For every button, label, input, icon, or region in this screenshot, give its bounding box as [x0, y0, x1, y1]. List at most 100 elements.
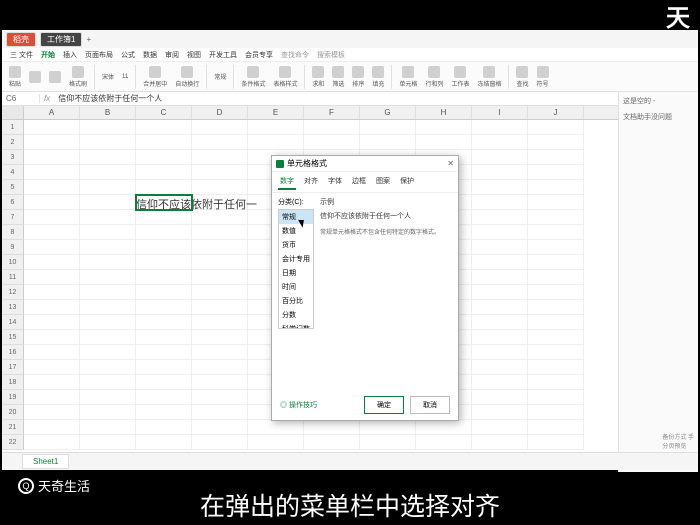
filter-button[interactable]: 筛选: [329, 66, 347, 88]
close-icon[interactable]: ✕: [447, 159, 454, 168]
col-header[interactable]: I: [472, 106, 528, 119]
cell[interactable]: [136, 180, 192, 195]
cell[interactable]: [24, 165, 80, 180]
copy-button[interactable]: [46, 71, 64, 83]
cell[interactable]: [528, 210, 584, 225]
cell[interactable]: [192, 165, 248, 180]
cell[interactable]: [472, 135, 528, 150]
cell[interactable]: [472, 225, 528, 240]
tab-workbook[interactable]: 工作簿1: [40, 32, 82, 47]
row-header[interactable]: 5: [2, 180, 24, 195]
select-all-corner[interactable]: [2, 106, 24, 119]
cell[interactable]: [528, 195, 584, 210]
cell[interactable]: [136, 375, 192, 390]
cell[interactable]: [528, 120, 584, 135]
cell[interactable]: [248, 120, 304, 135]
tab-align[interactable]: 对齐: [302, 174, 320, 190]
cell[interactable]: [472, 405, 528, 420]
cell[interactable]: [472, 165, 528, 180]
cell[interactable]: [136, 285, 192, 300]
cell[interactable]: [528, 435, 584, 450]
cell[interactable]: [304, 120, 360, 135]
cell[interactable]: [136, 405, 192, 420]
category-item[interactable]: 日期: [279, 266, 313, 280]
cell[interactable]: [360, 420, 416, 435]
cell[interactable]: [472, 150, 528, 165]
menu-view[interactable]: 视图: [187, 50, 201, 60]
tab-add[interactable]: +: [86, 35, 91, 44]
cell[interactable]: [472, 360, 528, 375]
row-header[interactable]: 13: [2, 300, 24, 315]
cell[interactable]: [136, 360, 192, 375]
cell[interactable]: [192, 420, 248, 435]
cell[interactable]: [80, 150, 136, 165]
row-header[interactable]: 14: [2, 315, 24, 330]
row-header[interactable]: 18: [2, 375, 24, 390]
format-painter[interactable]: 格式刷: [66, 66, 90, 88]
cell[interactable]: [136, 435, 192, 450]
col-header[interactable]: F: [304, 106, 360, 119]
rowcol-button[interactable]: 行和列: [422, 66, 446, 88]
cell[interactable]: [528, 270, 584, 285]
cut-button[interactable]: [26, 71, 44, 83]
col-header[interactable]: E: [248, 106, 304, 119]
cell[interactable]: [80, 180, 136, 195]
cell[interactable]: [136, 225, 192, 240]
cell[interactable]: [472, 180, 528, 195]
cell[interactable]: [80, 135, 136, 150]
menu-layout[interactable]: 页面布局: [85, 50, 113, 60]
wrap-button[interactable]: 自动换行: [172, 66, 202, 88]
cell[interactable]: [80, 270, 136, 285]
cell[interactable]: [192, 300, 248, 315]
cell[interactable]: [360, 135, 416, 150]
cell[interactable]: [528, 300, 584, 315]
font-select[interactable]: 宋体: [99, 72, 117, 81]
cell[interactable]: [24, 330, 80, 345]
tab-font[interactable]: 字体: [326, 174, 344, 190]
search-template[interactable]: 搜索模板: [317, 50, 345, 60]
cell[interactable]: [24, 315, 80, 330]
tab-border[interactable]: 边框: [350, 174, 368, 190]
cell[interactable]: [528, 180, 584, 195]
col-header[interactable]: J: [528, 106, 584, 119]
cell[interactable]: [416, 420, 472, 435]
cell[interactable]: [528, 240, 584, 255]
cell[interactable]: [192, 285, 248, 300]
menu-review[interactable]: 审阅: [165, 50, 179, 60]
cell[interactable]: [192, 390, 248, 405]
cell[interactable]: [80, 435, 136, 450]
cell[interactable]: [24, 195, 80, 210]
cell[interactable]: [192, 360, 248, 375]
cell[interactable]: [472, 330, 528, 345]
row-header[interactable]: 11: [2, 270, 24, 285]
formula-content[interactable]: 信仰不应该依附于任何一个人: [54, 93, 166, 104]
cell[interactable]: [528, 315, 584, 330]
cell[interactable]: [24, 255, 80, 270]
fill-button[interactable]: 填充: [369, 66, 387, 88]
cell[interactable]: [192, 435, 248, 450]
cell[interactable]: [136, 210, 192, 225]
cell[interactable]: [416, 135, 472, 150]
cell[interactable]: [528, 375, 584, 390]
cell[interactable]: [360, 120, 416, 135]
category-item[interactable]: 会计专用: [279, 252, 313, 266]
cell[interactable]: [24, 435, 80, 450]
cell[interactable]: [472, 240, 528, 255]
sum-button[interactable]: 求和: [309, 66, 327, 88]
cell[interactable]: [136, 240, 192, 255]
cell[interactable]: [528, 285, 584, 300]
cell[interactable]: [304, 420, 360, 435]
tab-pattern[interactable]: 图案: [374, 174, 392, 190]
cell[interactable]: [80, 120, 136, 135]
cell[interactable]: [192, 120, 248, 135]
col-header[interactable]: H: [416, 106, 472, 119]
menu-file[interactable]: 三 文件: [10, 50, 33, 60]
row-header[interactable]: 6: [2, 195, 24, 210]
number-format[interactable]: 常规: [211, 72, 229, 81]
cell[interactable]: [192, 405, 248, 420]
menu-member[interactable]: 会员专享: [245, 50, 273, 60]
menu-insert[interactable]: 插入: [63, 50, 77, 60]
cell[interactable]: [136, 300, 192, 315]
col-header[interactable]: D: [192, 106, 248, 119]
row-header[interactable]: 10: [2, 255, 24, 270]
